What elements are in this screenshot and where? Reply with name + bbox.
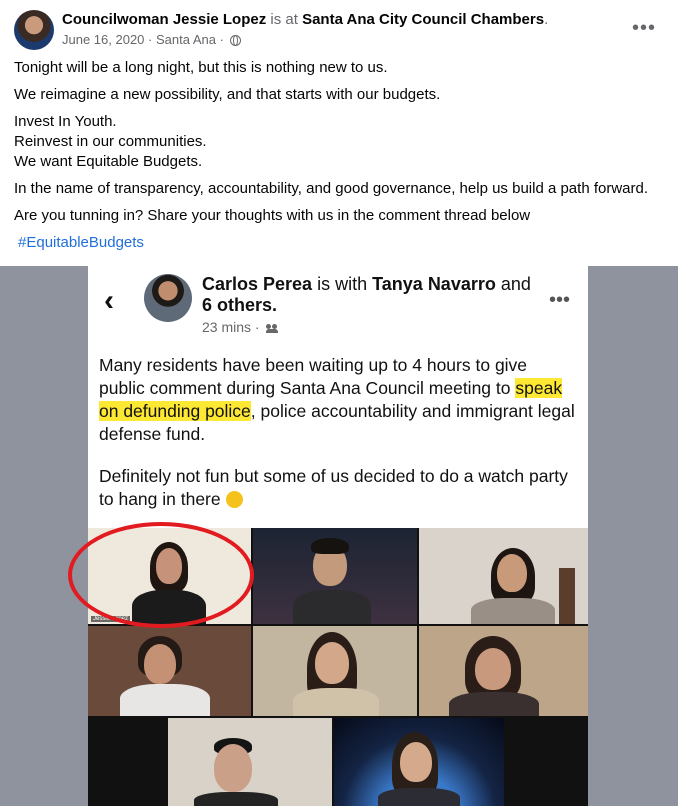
- author-line: Councilwoman Jessie Lopez is at Santa An…: [62, 11, 548, 28]
- post-line: We want Equitable Budgets.: [14, 153, 203, 170]
- post-line: In the name of transparency, accountabil…: [14, 180, 649, 197]
- shared-meta: 23 mins ·: [202, 319, 279, 335]
- shared-sep: ·: [254, 319, 260, 335]
- tagged-name: Tanya Navarro: [372, 274, 496, 294]
- post-line: Tonight will be a long night, but this i…: [14, 59, 388, 76]
- friends-icon: [266, 324, 279, 333]
- shared-paragraph-1: Many residents have been waiting up to 4…: [99, 355, 575, 444]
- author-name[interactable]: Councilwoman Jessie Lopez: [62, 11, 266, 28]
- location-period: .: [544, 11, 549, 28]
- post-line: Invest In Youth.: [14, 113, 117, 130]
- meta-separator-2: ·: [219, 32, 224, 47]
- red-circle-annotation: [68, 522, 254, 628]
- shared-more-icon: •••: [548, 289, 570, 311]
- post-date[interactable]: June 16, 2020: [62, 32, 144, 47]
- video-tile: [88, 626, 251, 716]
- more-options-icon[interactable]: •••: [632, 18, 656, 38]
- video-tile: [168, 718, 332, 806]
- post-meta: June 16, 2020 · Santa Ana ·: [62, 32, 241, 47]
- post-header: Councilwoman Jessie Lopez is at Santa An…: [0, 0, 678, 56]
- back-chevron-icon: ‹: [104, 284, 114, 317]
- video-tile: [419, 528, 588, 624]
- post-line: We reimagine a new possibility, and that…: [14, 86, 441, 103]
- post-line: Reinvest in our communities.: [14, 133, 207, 150]
- and-text: and: [500, 274, 531, 294]
- is-with-text: is with: [317, 274, 368, 294]
- shared-paragraph-2: Definitely not fun but some of us decide…: [99, 466, 568, 509]
- video-tile: [334, 718, 504, 806]
- shared-author-avatar: [144, 274, 192, 322]
- post-city: Santa Ana: [156, 32, 216, 47]
- shared-author-name: Carlos Perea: [202, 274, 313, 294]
- is-at-text: is at: [270, 11, 298, 28]
- globe-icon: [229, 35, 241, 46]
- shared-text: Many residents have been waiting up to 4…: [99, 354, 577, 530]
- video-tile: [419, 626, 588, 716]
- author-avatar[interactable]: [14, 10, 54, 50]
- others-count: 6 others.: [202, 295, 278, 315]
- video-tile: [253, 626, 417, 716]
- shared-author-line: Carlos Perea is with Tanya Navarro and 6…: [202, 274, 542, 316]
- post-line: Are you tunning in? Share your thoughts …: [14, 207, 531, 224]
- location-link[interactable]: Santa Ana City Council Chambers: [302, 11, 544, 28]
- hashtag-link[interactable]: #EquitableBudgets: [18, 234, 144, 251]
- post-body: Tonight will be a long night, but this i…: [14, 58, 664, 253]
- grinning-sweat-emoji-icon: [225, 491, 243, 508]
- shared-time: 23 mins: [202, 319, 252, 335]
- meta-separator: ·: [148, 32, 153, 47]
- video-tile: [253, 528, 417, 624]
